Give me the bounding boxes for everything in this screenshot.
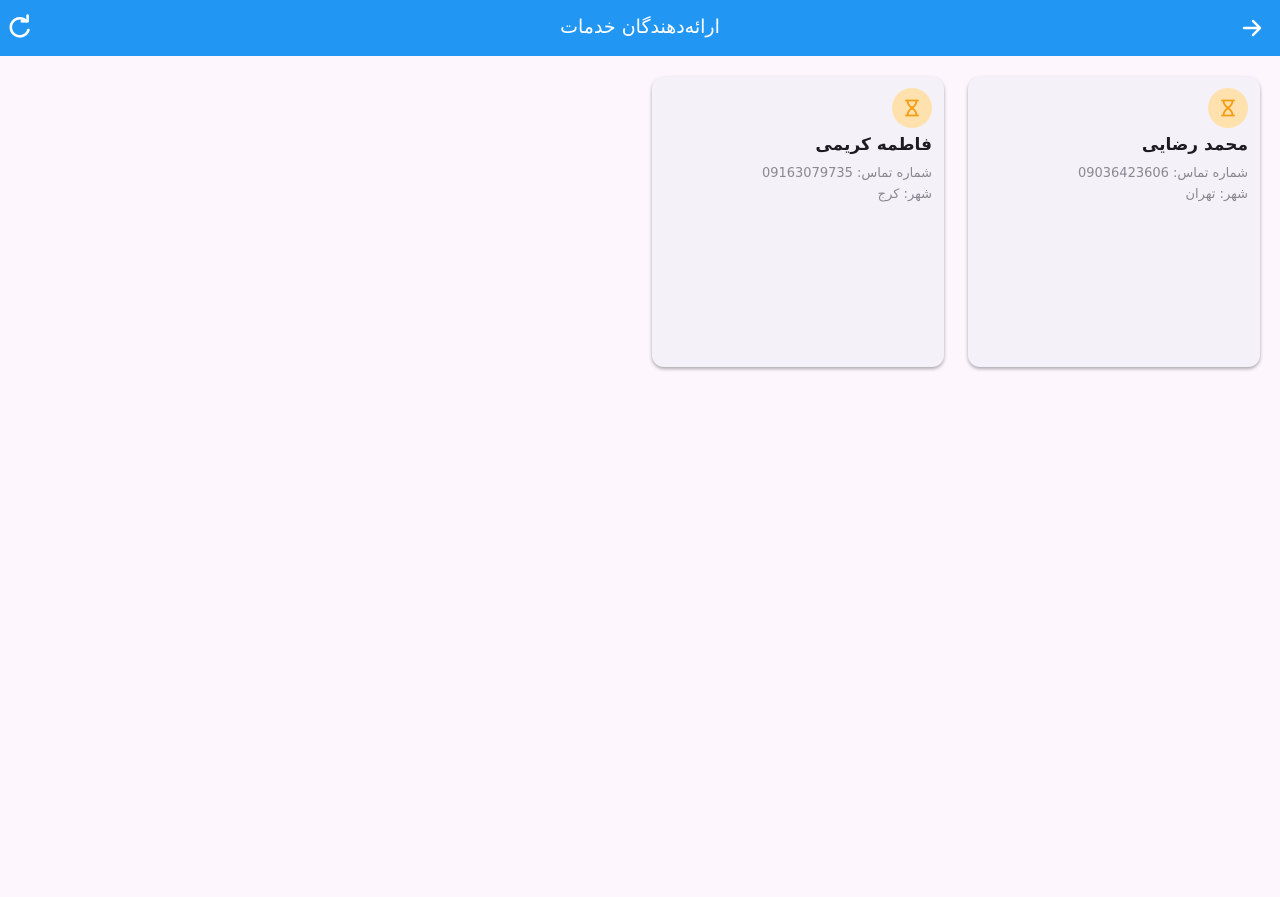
provider-name: محمد رضایی <box>1141 135 1248 155</box>
provider-card[interactable]: محمد رضایی شماره تماس: 09036423606 شهر: … <box>968 77 1260 367</box>
provider-name: فاطمه کریمی <box>815 135 932 155</box>
hourglass-icon <box>1221 99 1235 117</box>
provider-card[interactable]: فاطمه کریمی شماره تماس: 09163079735 شهر:… <box>652 77 944 367</box>
provider-phone: شماره تماس: 09036423606 <box>1077 166 1248 181</box>
provider-city: شهر: کرج <box>877 187 932 202</box>
status-badge <box>892 88 932 128</box>
provider-city: شهر: تهران <box>1185 187 1248 202</box>
arrow-forward-icon <box>1242 19 1262 37</box>
page-title: ارائه‌دهندگان خدمات <box>560 16 720 38</box>
back-button[interactable] <box>1232 8 1272 48</box>
provider-phone: شماره تماس: 09163079735 <box>761 166 932 181</box>
status-badge <box>1208 88 1248 128</box>
hourglass-icon <box>905 99 919 117</box>
app-bar: ارائه‌دهندگان خدمات <box>0 0 1280 56</box>
